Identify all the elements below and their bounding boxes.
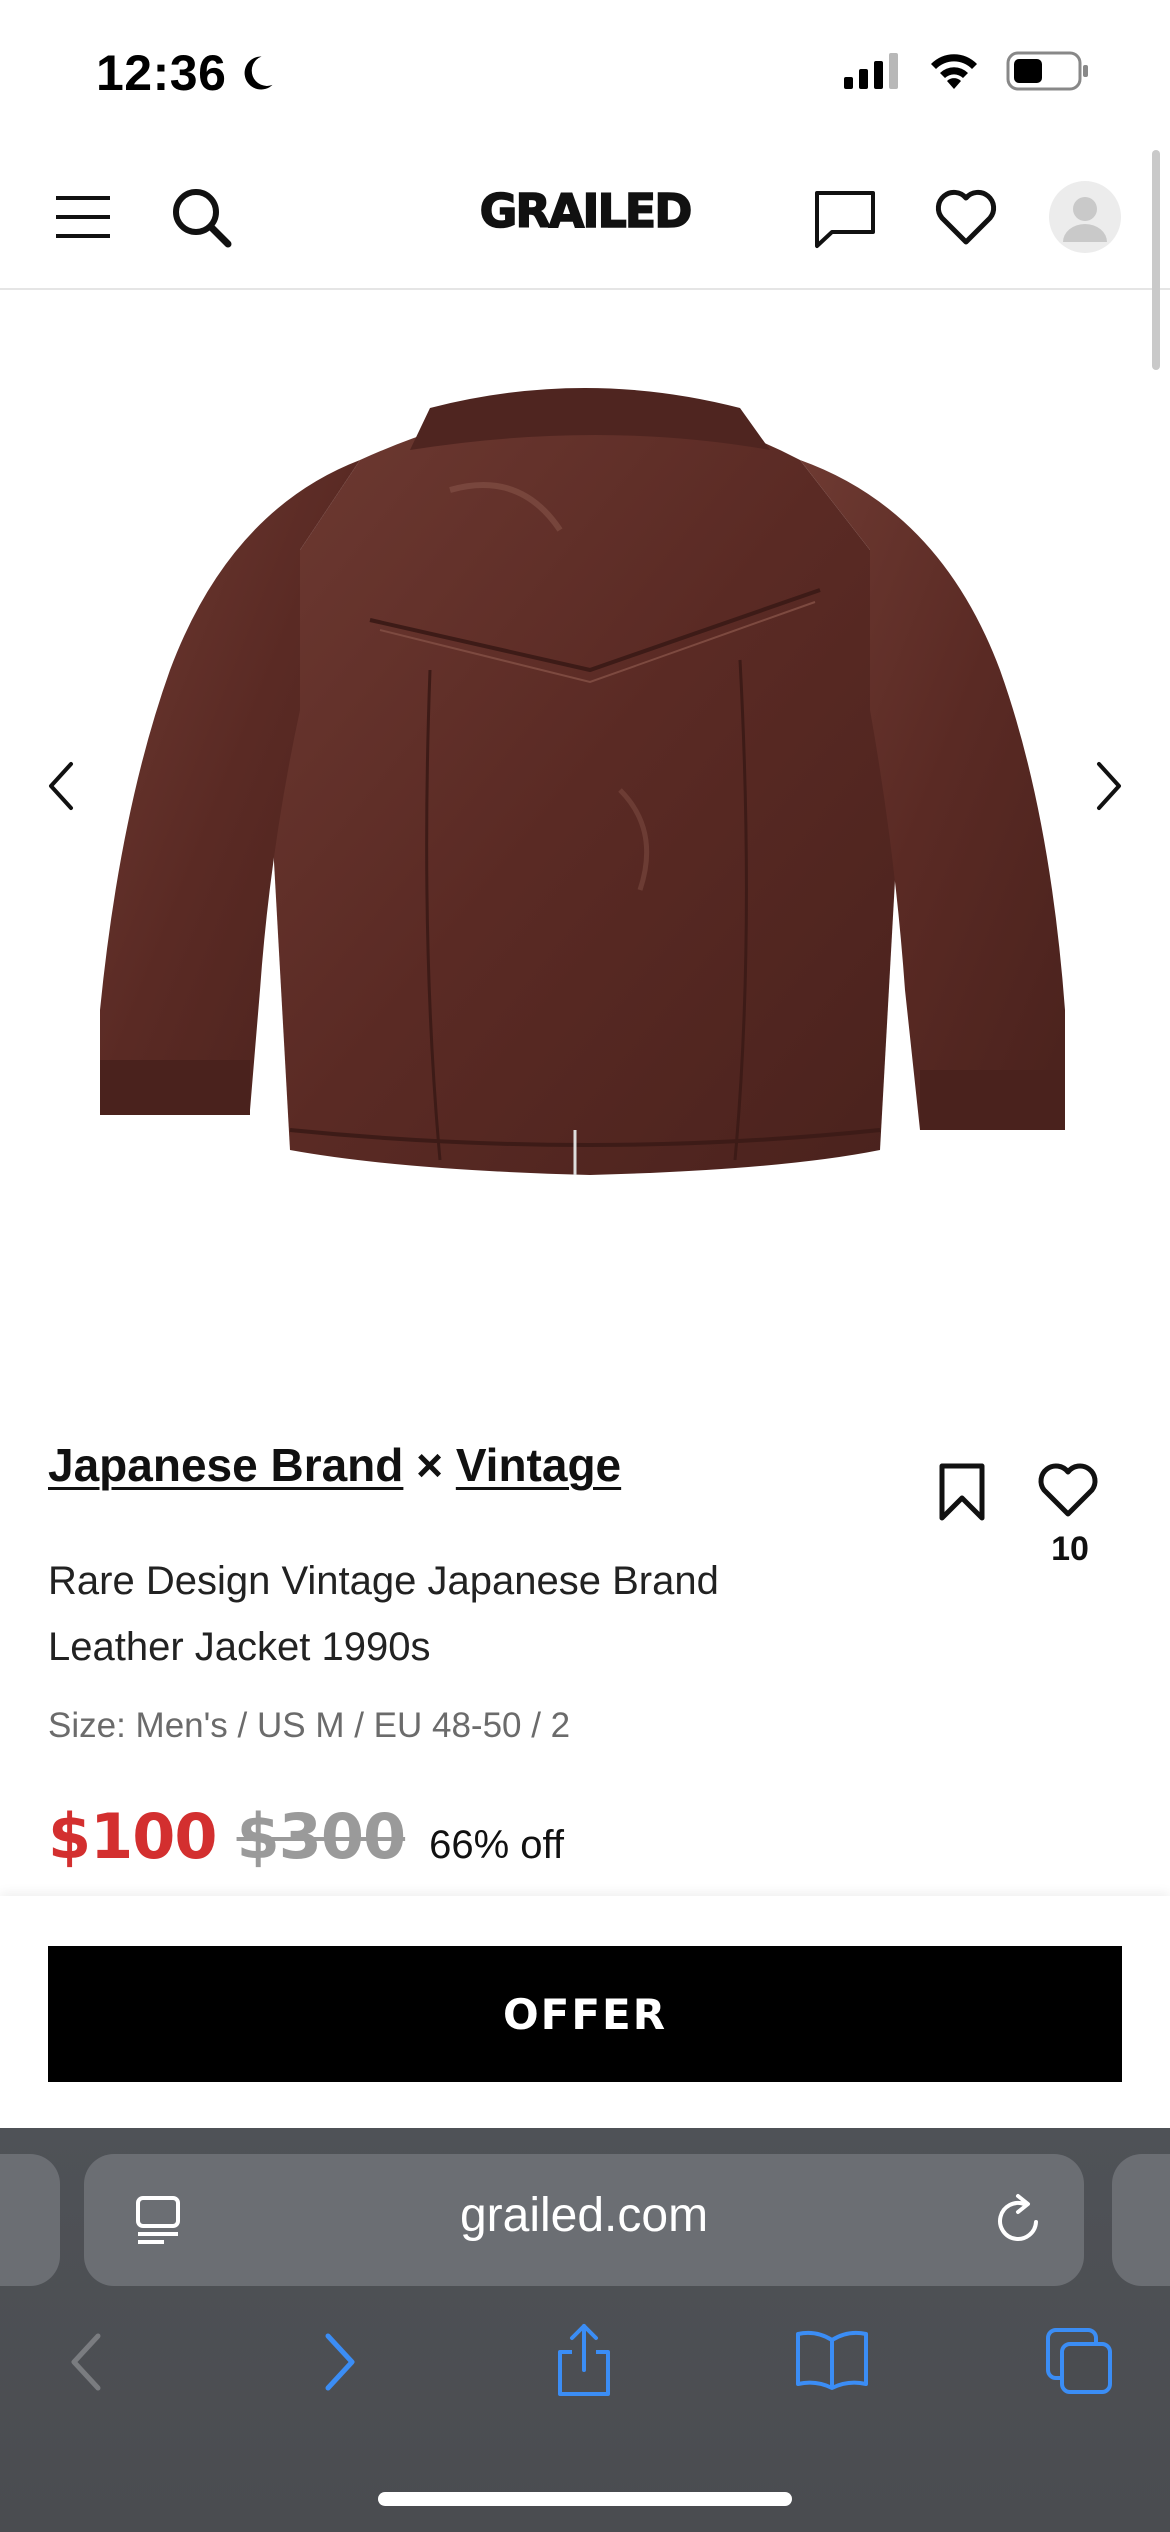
next-tab-pill[interactable] <box>1112 2154 1170 2286</box>
status-icons <box>842 50 1090 92</box>
chevron-left-icon <box>49 762 73 810</box>
carousel-next-button[interactable] <box>1080 746 1140 826</box>
carousel-prev-button[interactable] <box>30 746 90 826</box>
share-icon[interactable] <box>552 2322 616 2398</box>
url-text[interactable]: grailed.com <box>84 2188 1084 2243</box>
moon-icon <box>244 56 273 90</box>
home-indicator[interactable] <box>378 2492 792 2506</box>
discount-label: 66% off <box>429 1823 565 1867</box>
reload-icon[interactable] <box>990 2192 1046 2248</box>
brand-link-vintage[interactable]: Vintage <box>456 1439 621 1491</box>
status-time: 12:36 <box>96 44 278 102</box>
brand-line: Japanese Brand × Vintage <box>48 1438 621 1492</box>
product-size: Size: Men's / US M / EU 48-50 / 2 <box>48 1706 571 1745</box>
original-price: $300 <box>236 1800 407 1873</box>
bookmarks-icon[interactable] <box>794 2328 870 2392</box>
favorites-icon[interactable] <box>934 188 998 246</box>
status-time-text: 12:36 <box>96 45 227 101</box>
messages-icon[interactable] <box>812 188 878 250</box>
product-title: Rare Design Vintage Japanese Brand Leath… <box>48 1559 719 1669</box>
battery-icon <box>1006 51 1088 91</box>
brand-link-japanese-brand[interactable]: Japanese Brand <box>48 1439 403 1491</box>
offer-button[interactable]: OFFER <box>48 1946 1122 2082</box>
price-row: $100 $300 66% off <box>48 1800 564 1873</box>
bookmark-icon[interactable] <box>936 1462 988 1522</box>
product-image-carousel[interactable] <box>0 290 1170 1290</box>
current-price: $100 <box>48 1800 218 1873</box>
favorite-count: 10 <box>1051 1530 1089 1568</box>
tabs-icon[interactable] <box>1044 2326 1114 2396</box>
favorite-heart-icon[interactable] <box>1036 1462 1100 1518</box>
chevron-right-icon <box>1097 762 1121 810</box>
forward-icon[interactable] <box>320 2332 360 2392</box>
cellular-signal-icon <box>844 53 898 89</box>
leather-jacket-back-photo <box>100 388 1065 1175</box>
wifi-icon <box>931 54 977 89</box>
brand-separator: × <box>416 1439 444 1491</box>
account-avatar-icon[interactable] <box>1048 180 1122 254</box>
back-icon[interactable] <box>66 2332 106 2392</box>
previous-tab-pill[interactable] <box>0 2154 60 2286</box>
